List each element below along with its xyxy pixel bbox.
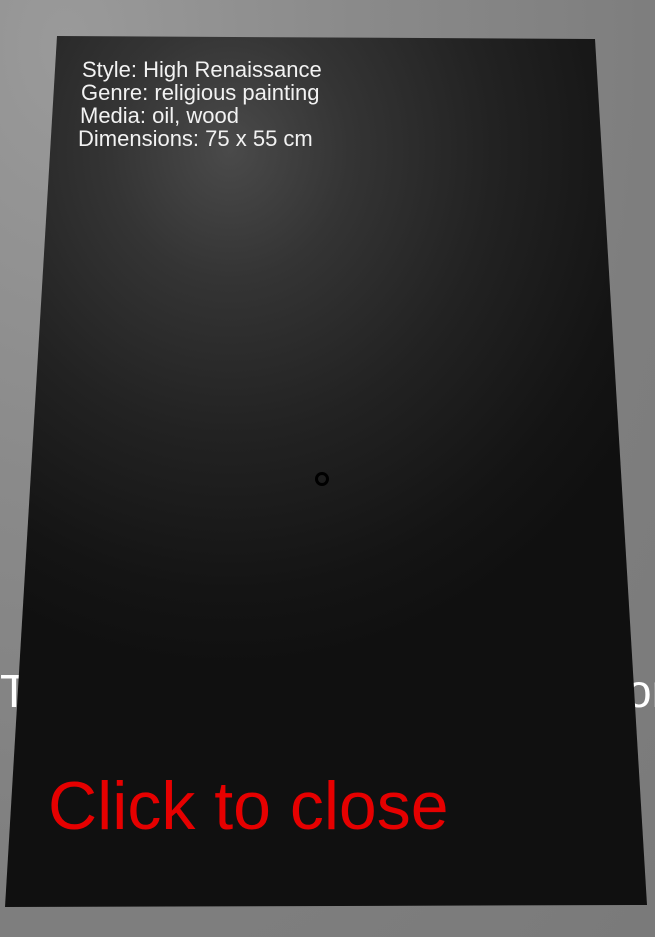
media-label: Media: oil, wood <box>80 103 239 128</box>
style-label: Style: High Renaissance <box>82 57 322 82</box>
game-scene: Th on Style: High Renaissance Genre: rel… <box>0 0 655 937</box>
dimensions-label: Dimensions: 75 x 55 cm <box>78 126 313 151</box>
close-button[interactable]: Click to close <box>48 772 449 840</box>
genre-label: Genre: religious painting <box>81 80 320 105</box>
artwork-info-text: Style: High Renaissance Genre: religious… <box>78 58 322 150</box>
crosshair-ring-icon <box>315 472 329 486</box>
